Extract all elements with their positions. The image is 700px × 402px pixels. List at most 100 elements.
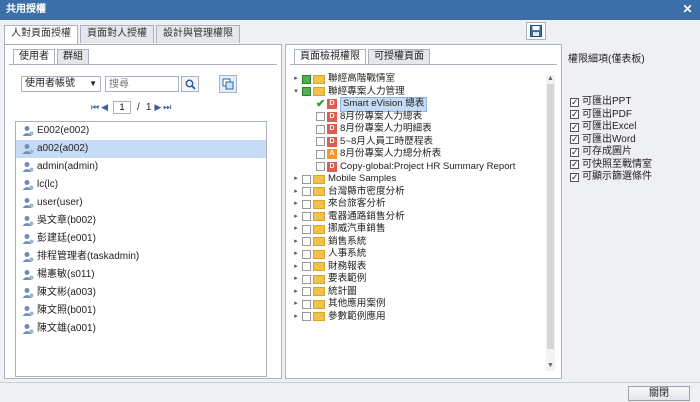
tree-node[interactable]: ▸ 台灣縣市密度分析 xyxy=(292,186,557,199)
user-list-item[interactable]: 楊憲敏(s011) xyxy=(16,266,266,284)
tree-node[interactable]: D 8月份專案人力總表 xyxy=(292,111,557,124)
tree-node[interactable]: ▸ 聯經高階戰情室 xyxy=(292,73,557,86)
tree-checkbox[interactable] xyxy=(302,274,311,284)
prev-page-icon[interactable]: ◀ xyxy=(101,102,108,113)
close-button[interactable]: 關閉 xyxy=(628,386,690,401)
last-page-icon[interactable]: ⏭ xyxy=(163,102,171,113)
tree-node[interactable]: ▸ Mobile Samples xyxy=(292,173,557,186)
expand-icon[interactable]: ▸ xyxy=(292,211,300,224)
permission-item[interactable]: 可匯出Word xyxy=(570,133,652,146)
tree-checkbox[interactable] xyxy=(302,87,311,97)
tree-node[interactable]: ▸ 統計圖 xyxy=(292,286,557,299)
user-list-item[interactable]: a002(a002) xyxy=(16,140,266,158)
copy-permissions-button[interactable] xyxy=(219,75,237,93)
tree-node[interactable]: ▸ 財務報表 xyxy=(292,261,557,274)
user-list-item[interactable]: 陳文彬(a003) xyxy=(16,284,266,302)
scroll-up-icon[interactable]: ▲ xyxy=(546,75,555,84)
first-page-icon[interactable]: ⏮ xyxy=(91,102,99,113)
permission-item[interactable]: 可匯出PPT xyxy=(570,96,652,108)
expand-icon[interactable]: ▸ xyxy=(292,73,300,86)
tree-node[interactable]: ▸ 挪威汽車銷售 xyxy=(292,223,557,236)
search-button[interactable] xyxy=(181,76,199,92)
checkbox-checked-icon[interactable] xyxy=(570,108,579,120)
permission-item[interactable]: 可匯出Excel xyxy=(570,121,652,133)
user-list-item[interactable]: admin(admin) xyxy=(16,158,266,176)
user-list-item[interactable]: 彭建廷(e001) xyxy=(16,230,266,248)
tree-node[interactable]: ▸ 銷售系統 xyxy=(292,236,557,249)
tree-checkbox[interactable] xyxy=(302,174,311,184)
checkbox-checked-icon[interactable] xyxy=(570,133,579,145)
search-field-select[interactable]: 使用者帳號 ▼ xyxy=(21,76,101,92)
tree-node[interactable]: D 8月份專案人力明細表 xyxy=(292,123,557,136)
next-page-icon[interactable]: ▶ xyxy=(154,102,161,113)
checkbox-checked-icon[interactable] xyxy=(570,121,579,133)
expand-icon[interactable]: ▸ xyxy=(292,248,300,261)
tree-checkbox[interactable] xyxy=(316,149,325,159)
scroll-thumb[interactable] xyxy=(547,84,554,349)
save-button[interactable] xyxy=(526,22,546,40)
tree-checkbox[interactable] xyxy=(302,287,311,297)
tree-checkbox[interactable] xyxy=(316,112,325,122)
expand-icon[interactable]: ▸ xyxy=(292,173,300,186)
tree-checkbox[interactable] xyxy=(302,224,311,234)
tree-checkbox[interactable] xyxy=(302,262,311,272)
user-list-item[interactable]: 陳文雄(a001) xyxy=(16,320,266,338)
permission-item[interactable]: 可存成圖片 xyxy=(570,146,652,158)
expand-icon[interactable]: ▸ xyxy=(292,311,300,324)
user-list-item[interactable]: E002(e002) xyxy=(16,122,266,140)
tree-node[interactable]: ✔ D Smart eVision 總表 xyxy=(292,97,557,112)
tab-authorizable-pages[interactable]: 可授權頁面 xyxy=(368,49,430,64)
tree-checkbox[interactable] xyxy=(302,212,311,222)
collapse-icon[interactable]: ▾ xyxy=(292,86,300,99)
checkbox-checked-icon[interactable] xyxy=(570,171,579,183)
tree-node[interactable]: D Copy-global:Project HR Summary Report xyxy=(292,161,557,174)
checkbox-checked-icon[interactable] xyxy=(570,158,579,170)
user-list-item[interactable]: 陳文照(b001) xyxy=(16,302,266,320)
tab-page-view-permission[interactable]: 頁面檢視權限 xyxy=(294,49,366,65)
tree-node[interactable]: ▸ 人事系統 xyxy=(292,248,557,261)
tab-page-to-user[interactable]: 頁面對人授權 xyxy=(80,25,154,43)
tree-checkbox[interactable] xyxy=(302,299,311,309)
tree-node[interactable]: A 8月份專案人力總分析表 xyxy=(292,148,557,161)
expand-icon[interactable]: ▸ xyxy=(292,261,300,274)
user-list-item[interactable]: lc(lc) xyxy=(16,176,266,194)
tree-node[interactable]: ▸ 電器通路銷售分析 xyxy=(292,211,557,224)
search-input[interactable] xyxy=(105,76,179,92)
tree-node[interactable]: ▸ 要表範例 xyxy=(292,273,557,286)
tab-users[interactable]: 使用者 xyxy=(13,49,55,65)
expand-icon[interactable]: ▸ xyxy=(292,286,300,299)
expand-icon[interactable]: ▸ xyxy=(292,198,300,211)
user-list-item[interactable]: 吳文章(b002) xyxy=(16,212,266,230)
tree-checkbox[interactable] xyxy=(316,124,325,134)
scroll-down-icon[interactable]: ▼ xyxy=(546,362,555,371)
permission-item[interactable]: 可匯出PDF xyxy=(570,108,652,121)
tree-node[interactable]: ▸ 來台旅客分析 xyxy=(292,198,557,211)
page-input[interactable] xyxy=(113,100,132,114)
close-icon[interactable]: ✕ xyxy=(681,3,694,16)
expand-icon[interactable]: ▸ xyxy=(292,273,300,286)
expand-icon[interactable]: ▸ xyxy=(292,236,300,249)
tree-checkbox[interactable] xyxy=(316,162,325,172)
tree-scrollbar[interactable]: ▲ ▼ xyxy=(546,75,555,371)
checkbox-checked-icon[interactable] xyxy=(570,146,579,158)
tree-checkbox[interactable] xyxy=(302,74,311,84)
user-list-item[interactable]: user(user) xyxy=(16,194,266,212)
user-list-item[interactable]: 排程管理者(taskadmin) xyxy=(16,248,266,266)
expand-icon[interactable]: ▸ xyxy=(292,223,300,236)
tree-checkbox[interactable] xyxy=(316,137,325,147)
tab-groups[interactable]: 群組 xyxy=(57,49,89,64)
tree-node[interactable]: ▸ 參數範例應用 xyxy=(292,311,557,324)
permission-item[interactable]: 可顯示篩選條件 xyxy=(570,171,652,183)
tree-checkbox[interactable] xyxy=(302,187,311,197)
tab-user-to-page[interactable]: 人對頁面授權 xyxy=(4,25,78,44)
expand-icon[interactable]: ▸ xyxy=(292,298,300,311)
tree-checkbox[interactable] xyxy=(302,312,311,322)
checkbox-checked-icon[interactable] xyxy=(570,96,579,108)
checkbox-checked-icon[interactable]: ✔ xyxy=(316,98,325,111)
tree-checkbox[interactable] xyxy=(302,237,311,247)
tab-design-admin[interactable]: 設計與管理權限 xyxy=(156,25,240,43)
tree-checkbox[interactable] xyxy=(302,249,311,259)
tree-node[interactable]: D 5~8月人員工時歷程表 xyxy=(292,136,557,149)
tree-checkbox[interactable] xyxy=(302,199,311,209)
permission-item[interactable]: 可快照至戰情室 xyxy=(570,158,652,171)
